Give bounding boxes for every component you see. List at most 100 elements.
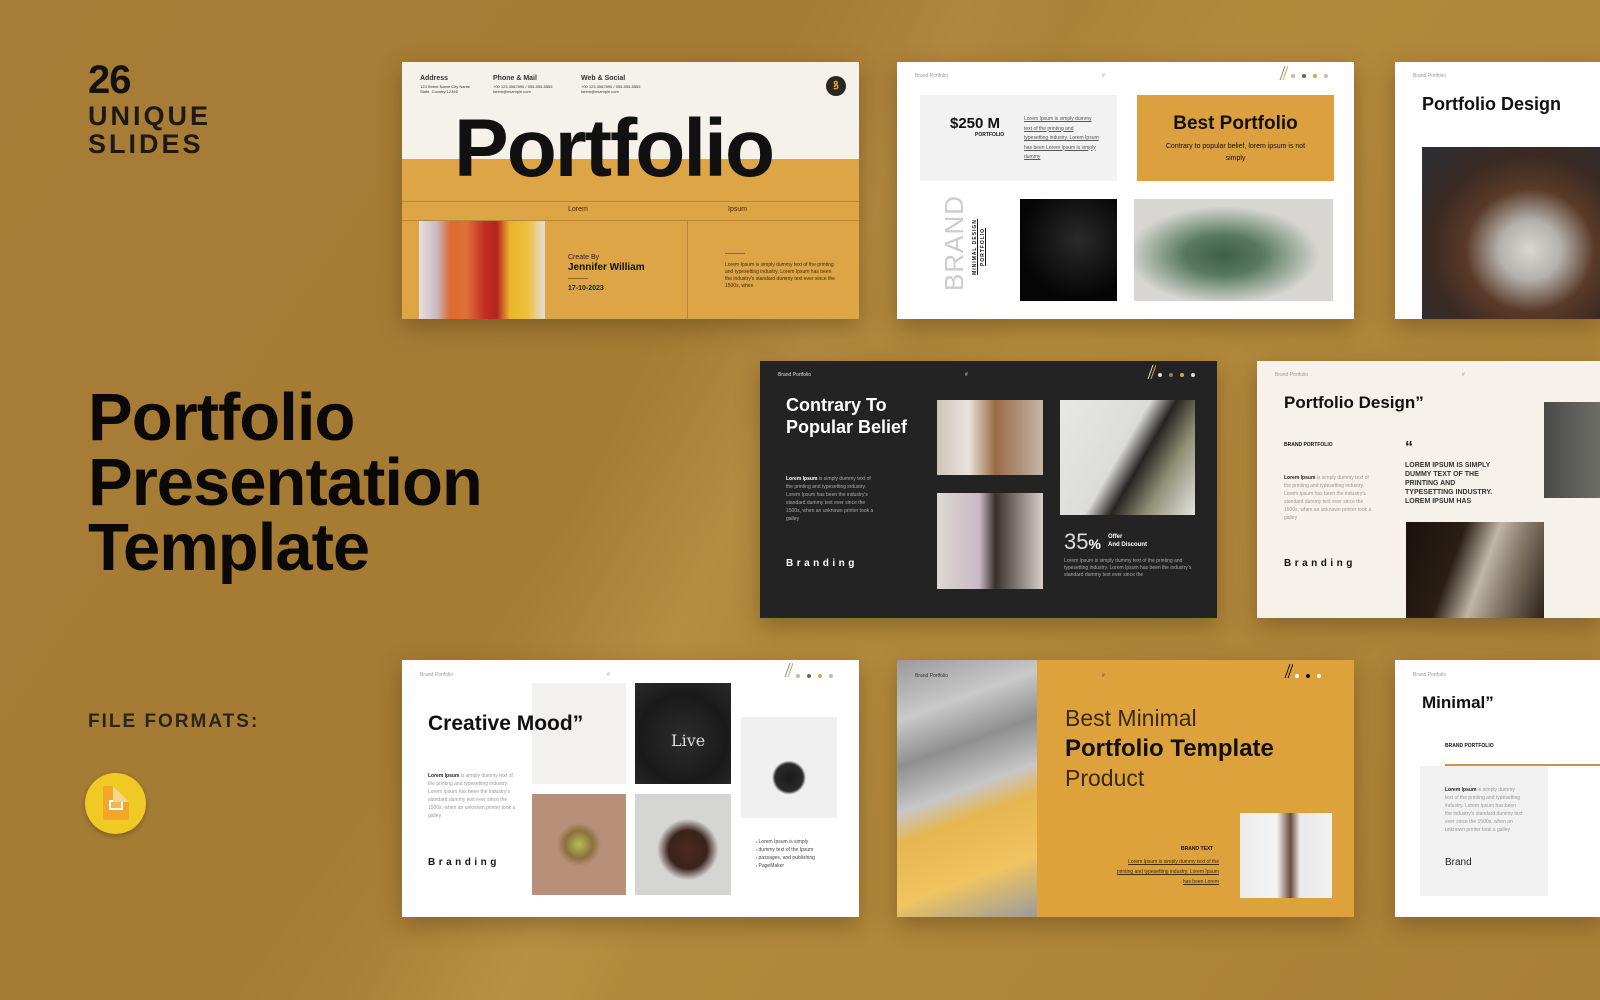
couple-photo xyxy=(937,400,1043,475)
slide-title: Portfolio Design” xyxy=(1284,393,1424,412)
quote-mark-icon: “ xyxy=(1405,439,1413,456)
promo-title-line: Presentation xyxy=(88,445,483,520)
pillow-text: Live xyxy=(671,731,706,750)
slide-title: Contrary To Popular Belief xyxy=(786,395,908,437)
slide-header: Brand Portfolio xyxy=(915,73,949,79)
promo-title-line: Portfolio xyxy=(88,380,355,455)
nav-dots xyxy=(796,674,833,678)
stat-card: $250 M PORTFOLIO Lorem Ipsum is simply d… xyxy=(920,95,1117,181)
column-label: Ipsum xyxy=(728,206,748,213)
horses-photo xyxy=(1422,147,1600,319)
nav-dots xyxy=(1158,373,1195,377)
slide-best-minimal[interactable]: Brand Portfolio # Best Minimal Portfolio… xyxy=(897,660,1354,917)
group-photo xyxy=(937,493,1043,589)
slide-count-label: UNIQUE SLIDES xyxy=(88,101,212,159)
fashion-photo xyxy=(419,221,545,319)
date: 17-10-2023 xyxy=(568,285,604,292)
accent-line xyxy=(1445,764,1600,766)
page-number: # xyxy=(1462,372,1465,378)
branding-label: Branding xyxy=(428,857,500,868)
masked-woman-photo xyxy=(1240,813,1332,898)
branding-label: Branding xyxy=(1284,558,1356,569)
bicycle-photo xyxy=(1020,199,1117,301)
quote-text: LOREM IPSUM IS SIMPLY DUMMY TEXT OF THE … xyxy=(1405,462,1493,505)
slash-decoration-icon xyxy=(1284,663,1293,679)
stat-value: $250 M xyxy=(950,115,1001,132)
bullet-item: Lorem Ipsum is simply xyxy=(756,838,815,846)
best-portfolio-card: Best Portfolio Contrary to popular belie… xyxy=(1137,95,1334,181)
body-text: Lorem Ipsum is simply dummy text of the … xyxy=(1445,787,1523,833)
bag-photo xyxy=(741,717,837,818)
slide-portfolio-design-quote[interactable]: Brand Portfolio # Portfolio Design” BRAN… xyxy=(1257,361,1600,618)
promo-title-line: Template xyxy=(88,510,370,585)
woman-floor-photo xyxy=(1406,522,1544,618)
body-text: Lorem Ipsum is simply dummy text of the … xyxy=(1284,475,1372,521)
create-by-label: Create By xyxy=(568,254,600,261)
slide-header: Brand Portfolio xyxy=(1413,672,1447,678)
plant-photo xyxy=(1134,199,1333,301)
page-number: # xyxy=(607,672,610,678)
discount-value: 35% xyxy=(1064,529,1101,554)
phone-block: Phone & Mail +00 123 4567890 / 555-555-55… xyxy=(493,75,553,94)
title-line-3: Product xyxy=(1065,765,1145,791)
divider xyxy=(568,278,588,279)
jar-photo xyxy=(532,794,626,895)
title-line-2: Portfolio Template xyxy=(1065,735,1274,762)
slide-count: 26 xyxy=(88,58,131,102)
watch-photo xyxy=(635,794,731,895)
chair-photo: Live xyxy=(635,683,731,784)
page-number: # xyxy=(965,372,968,378)
nav-dots xyxy=(1295,674,1321,678)
bullet-item: PageMaker xyxy=(756,862,815,870)
stat-text: Lorem Ipsum is simply dummy text of the … xyxy=(1024,116,1099,160)
divider xyxy=(725,253,745,254)
promo-title: Portfolio Presentation Template xyxy=(88,380,483,585)
divider xyxy=(687,220,688,319)
bullet-list: Lorem Ipsum is simply dummy text of the … xyxy=(756,838,815,870)
slide-header: Brand Portfolio xyxy=(1275,372,1309,378)
slide-contrary[interactable]: Brand Portfolio # Contrary To Popular Be… xyxy=(760,361,1217,618)
slash-decoration-icon xyxy=(784,662,793,678)
bullet-item: dummy text of the Ipsum xyxy=(756,846,815,854)
body-text: Lorem Ipsum is simply dummy text of the … xyxy=(1116,859,1219,885)
body-text: Lorem Ipsum is simply dummy text of the … xyxy=(725,262,835,289)
slide-title: Portfolio Design xyxy=(1422,94,1561,114)
divider xyxy=(402,201,859,202)
body-text: Lorem Ipsum is simply dummy text of the … xyxy=(428,773,516,819)
slide-title: Creative Mood” xyxy=(428,712,584,735)
section-label: BRAND PORTFOLIO xyxy=(1445,743,1494,749)
section-label: BRAND PORTFOLIO xyxy=(1284,442,1333,448)
page-number: # xyxy=(1102,673,1105,679)
offer-text: Lorem Ipsum is simply dummy text of the … xyxy=(1064,558,1192,578)
slide-minimal[interactable]: Brand Portfolio Minimal” BRAND PORTFOLIO… xyxy=(1395,660,1600,917)
slide-creative-mood[interactable]: Brand Portfolio # Creative Mood” Lorem I… xyxy=(402,660,859,917)
woman-chair-photo xyxy=(1060,400,1195,515)
body-text: Lorem Ipsum is simply dummy text of the … xyxy=(786,476,874,522)
author-name: Jennifer William xyxy=(568,262,645,273)
slide-header: Brand Portfolio xyxy=(915,673,949,679)
branding-label: Branding xyxy=(786,558,858,569)
slide-cover[interactable]: Address 123 Street Name City Name State, … xyxy=(402,62,859,319)
address-block: Address 123 Street Name City Name State, … xyxy=(420,75,471,94)
cover-title: Portfolio xyxy=(454,103,775,194)
offer-label: Offer And Discount xyxy=(1108,534,1147,548)
page-number: # xyxy=(1102,73,1105,79)
slide-header: Brand Portfolio xyxy=(1413,73,1447,79)
card-title: Best Portfolio xyxy=(1173,113,1298,134)
slide-header: Brand Portfolio xyxy=(420,672,454,678)
card-subtitle: Contrary to popular belief, lorem ipsum … xyxy=(1165,143,1306,162)
column-label: Lorem xyxy=(568,206,588,213)
google-slides-icon xyxy=(85,773,146,834)
brand-text-label: BRAND TEXT xyxy=(1181,846,1214,852)
brand-subtitle: MINIMAL DESIGN PORTFOLIO xyxy=(972,219,986,275)
brand-label: Brand xyxy=(1445,857,1472,868)
slide-portfolio-design[interactable]: Brand Portfolio Portfolio Design xyxy=(1395,62,1600,319)
web-block: Web & Social +00 123 4567890 / 555-555-55… xyxy=(581,75,641,94)
file-formats-label: FILE FORMATS: xyxy=(88,711,260,732)
slide-best-portfolio[interactable]: Brand Portfolio # $250 M PORTFOLIO Lorem… xyxy=(897,62,1354,319)
side-photo xyxy=(1544,402,1600,498)
slide-header: Brand Portfolio xyxy=(778,372,812,378)
slash-decoration-icon xyxy=(1279,65,1288,81)
woman-yellow-dress-photo xyxy=(897,660,1037,917)
title-line-1: Best Minimal xyxy=(1065,705,1197,731)
